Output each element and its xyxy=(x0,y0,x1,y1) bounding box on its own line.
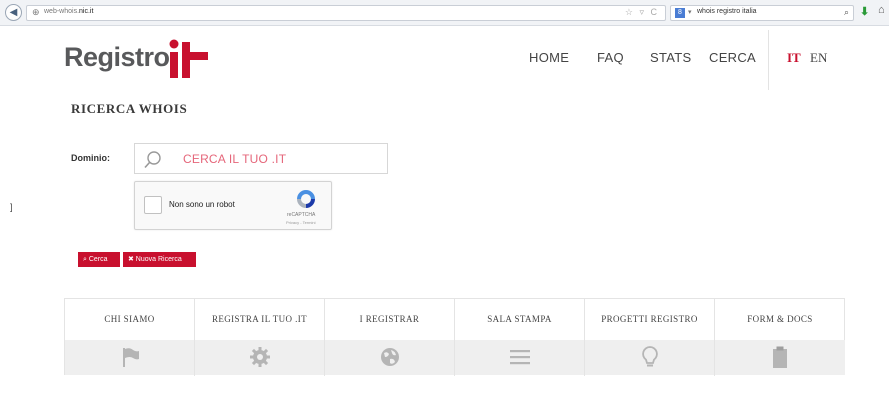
browser-search-icon[interactable]: ⌕ xyxy=(844,7,849,18)
nuova-ricerca-button[interactable]: ✖ Nuova Ricerca xyxy=(123,252,196,267)
download-icon[interactable]: ⬇ xyxy=(860,5,869,18)
footer-menu: CHI SIAMO REGISTRA IL TUO .IT I REGISTRA… xyxy=(64,298,845,376)
menu-icon-row xyxy=(65,340,194,375)
site-globe-icon: ⊕ xyxy=(32,7,40,17)
menu-lines-icon xyxy=(509,350,530,365)
lightbulb-icon xyxy=(641,346,658,367)
logo-text: Registro xyxy=(64,42,170,72)
menu-item-label: CHI SIAMO xyxy=(104,314,155,324)
menu-item-label: I REGISTRAR xyxy=(359,314,420,324)
globe-icon xyxy=(380,348,399,366)
search-icon xyxy=(144,151,161,169)
menu-item-form-docs[interactable]: FORM & DOCS xyxy=(715,299,845,376)
menu-icon-row xyxy=(585,340,714,375)
url-text: web-whois.nic.it xyxy=(44,8,94,15)
bookmark-star-icon[interactable]: ☆ ▿ C xyxy=(625,7,659,18)
address-bar[interactable]: ⊕ web-whois.nic.it ☆ ▿ C xyxy=(26,5,666,21)
menu-item-progetti[interactable]: PROGETTI REGISTRO xyxy=(585,299,715,376)
menu-icon-row xyxy=(455,340,584,375)
engine-dropdown-icon[interactable]: ▾ xyxy=(688,8,692,16)
clipboard-icon xyxy=(773,346,787,368)
logo-it-mark-icon xyxy=(169,39,208,78)
nav-stats[interactable]: STATS xyxy=(650,50,691,65)
left-edge-mark: ] xyxy=(10,202,13,212)
menu-icon-row xyxy=(715,340,845,375)
page-title: RICERCA WHOIS xyxy=(71,101,188,116)
registro-logo[interactable]: Registro xyxy=(64,36,214,82)
lang-it[interactable]: IT xyxy=(787,50,801,66)
recaptcha-brand: reCAPTCHA xyxy=(287,212,316,218)
browser-home-icon[interactable]: ⌂ xyxy=(878,4,885,16)
recaptcha-links[interactable]: Privacy - Termini xyxy=(286,220,316,225)
recaptcha-checkbox[interactable] xyxy=(144,196,162,214)
menu-item-chi-siamo[interactable]: CHI SIAMO xyxy=(65,299,195,376)
back-button[interactable]: ◀ xyxy=(5,4,22,21)
cerca-button[interactable]: ⌕ Cerca xyxy=(78,252,120,267)
browser-toolbar: ◀ ⊕ web-whois.nic.it ☆ ▿ C 8 ▾ whois reg… xyxy=(0,0,889,26)
menu-item-i-registrar[interactable]: I REGISTRAR xyxy=(325,299,455,376)
dominio-label: Dominio: xyxy=(71,153,110,163)
browser-search-query: whois registro italia xyxy=(697,8,757,15)
recaptcha-label: Non sono un robot xyxy=(169,200,235,209)
browser-search-bar[interactable]: 8 ▾ whois registro italia ⌕ xyxy=(670,5,854,21)
nav-home[interactable]: HOME xyxy=(529,50,569,65)
menu-icon-row xyxy=(325,340,454,375)
dominio-input[interactable]: CERCA IL TUO .IT xyxy=(134,143,388,174)
menu-item-label: PROGETTI REGISTRO xyxy=(601,314,698,324)
nav-cerca[interactable]: CERCA xyxy=(709,50,756,65)
menu-item-label: SALA STAMPA xyxy=(487,314,552,324)
gear-icon xyxy=(249,347,270,367)
flag-icon xyxy=(122,348,139,367)
recaptcha-logo-icon xyxy=(297,190,315,208)
back-arrow-icon: ◀ xyxy=(9,7,18,18)
menu-item-sala-stampa[interactable]: SALA STAMPA xyxy=(455,299,585,376)
search-engine-icon[interactable]: 8 xyxy=(675,8,685,18)
nav-faq[interactable]: FAQ xyxy=(597,50,624,65)
dominio-placeholder: CERCA IL TUO .IT xyxy=(183,152,287,166)
menu-item-label: FORM & DOCS xyxy=(747,314,813,324)
menu-item-label: REGISTRA IL TUO .IT xyxy=(211,314,308,324)
menu-icon-row xyxy=(195,340,324,375)
menu-item-registra[interactable]: REGISTRA IL TUO .IT xyxy=(195,299,325,376)
recaptcha-widget: Non sono un robot reCAPTCHA Privacy - Te… xyxy=(134,181,332,230)
lang-en[interactable]: EN xyxy=(810,50,827,66)
nav-divider xyxy=(768,30,769,90)
